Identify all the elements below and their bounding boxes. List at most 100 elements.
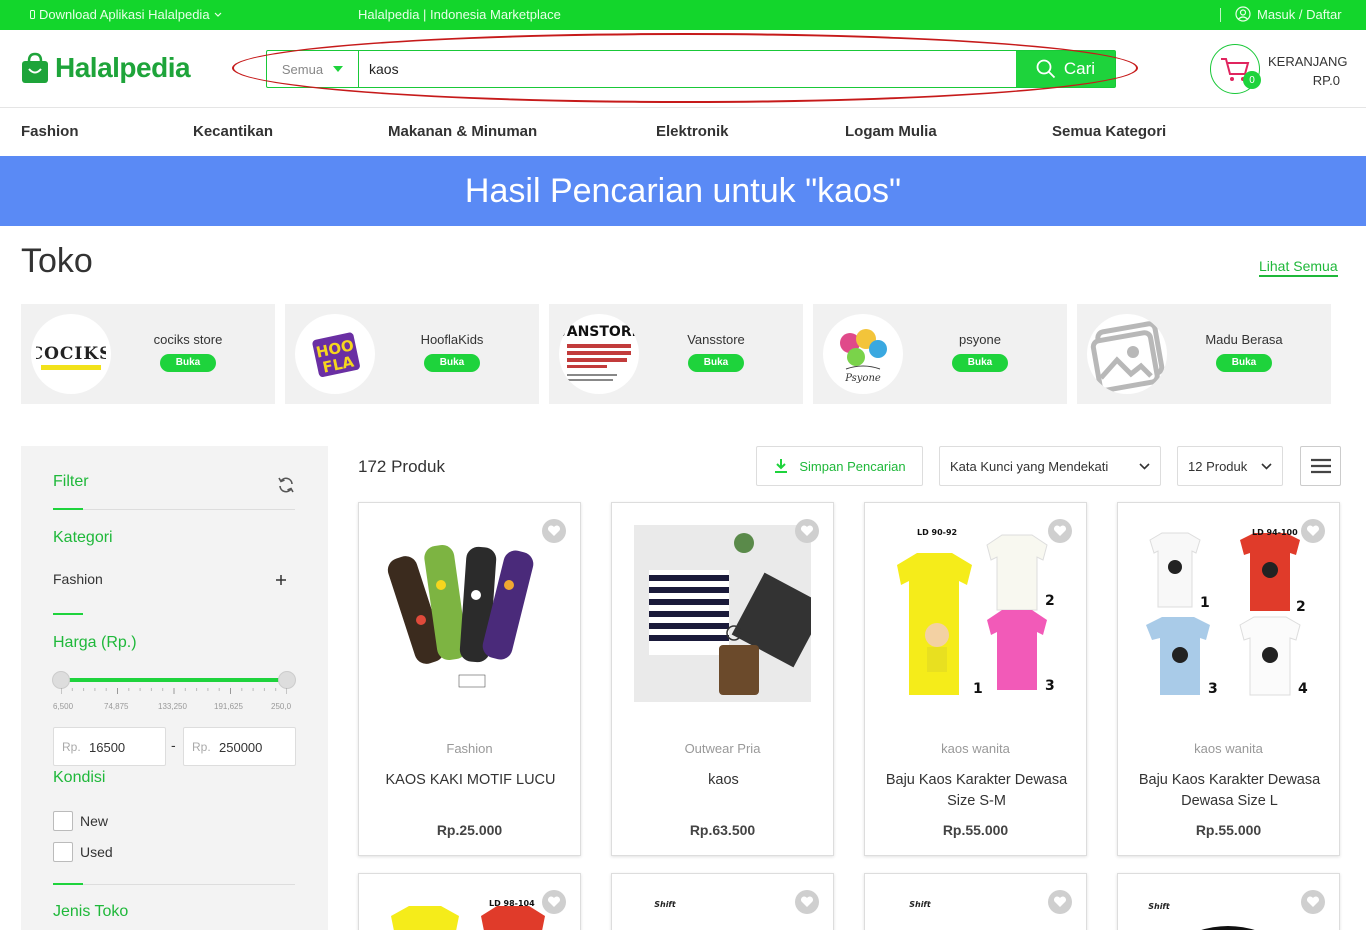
nav-item-semua-kategori[interactable]: Semua Kategori [1052, 123, 1166, 140]
product-card[interactable]: LD 94-100 1 2 3 4 kaos wanita Baju Kaos … [1117, 502, 1340, 856]
store-card[interactable]: Psyone psyone Buka [813, 304, 1067, 404]
max-price-input[interactable]: Rp. 250000 [183, 727, 296, 766]
product-card[interactable]: Shift [864, 873, 1087, 930]
search-result-banner: Hasil Pencarian untuk "kaos" [0, 156, 1366, 226]
product-card[interactable]: Shift [611, 873, 834, 930]
store-card[interactable]: VANSTORE Vansstore Buka [549, 304, 803, 404]
wishlist-button[interactable] [1301, 890, 1325, 914]
product-price: Rp.55.000 [1195, 822, 1262, 838]
nav-item-kecantikan[interactable]: Kecantikan [193, 123, 273, 140]
hamburger-menu-icon [1310, 458, 1331, 474]
product-card[interactable]: LD 98-104 [358, 873, 581, 930]
max-price-value: 250000 [219, 740, 263, 755]
view-toggle-button[interactable] [1300, 446, 1341, 486]
product-category: Fashion [446, 741, 493, 756]
nav-item-makanan-minuman[interactable]: Makanan & Minuman [388, 123, 537, 140]
wishlist-button[interactable] [542, 890, 566, 914]
heart-icon [800, 896, 814, 907]
image-placeholder-icon [1090, 321, 1165, 393]
see-all-stores-link[interactable]: Lihat Semua [1259, 258, 1338, 277]
nav-item-fashion[interactable]: Fashion [21, 123, 79, 140]
product-card[interactable]: Shift [1117, 873, 1340, 930]
svg-text:Shift: Shift [909, 900, 932, 909]
wishlist-button[interactable] [795, 519, 819, 543]
svg-text:Shift: Shift [654, 900, 677, 909]
product-title[interactable]: kaos [626, 770, 821, 791]
per-page-select[interactable]: 12 Produk [1177, 446, 1283, 486]
chevron-down-icon [214, 12, 221, 17]
min-price-input[interactable]: Rp. 16500 [53, 727, 166, 766]
per-page-select-value: 12 Produk [1188, 458, 1248, 474]
store-card[interactable]: Madu Berasa Buka [1077, 304, 1331, 404]
chevron-down-icon [1139, 462, 1150, 470]
wishlist-button[interactable] [1301, 519, 1325, 543]
svg-text:3: 3 [1208, 681, 1218, 697]
wishlist-button[interactable] [1048, 890, 1072, 914]
product-title[interactable]: KAOS KAKI MOTIF LUCU [373, 770, 568, 791]
store-status-badge: Buka [160, 354, 216, 372]
refresh-icon[interactable] [277, 476, 295, 494]
store-card[interactable]: COCIKS cociks store Buka [21, 304, 275, 404]
logo-text: Halalpedia [55, 52, 191, 83]
wishlist-button[interactable] [795, 890, 819, 914]
sort-select-value: Kata Kunci yang Mendekati [950, 458, 1109, 474]
nav-item-elektronik[interactable]: Elektronik [656, 123, 729, 140]
kategori-item-fashion[interactable]: Fashion [53, 571, 103, 587]
search-category-select[interactable]: Semua [267, 51, 359, 87]
brand-logo-icon: Shift [909, 900, 932, 909]
price-range-track[interactable] [61, 678, 287, 682]
product-price: Rp.63.500 [689, 822, 756, 838]
product-image: LD 90-92 1 2 3 [887, 525, 1064, 702]
product-card[interactable]: Outwear Pria kaos Rp.63.500 [611, 502, 834, 856]
kondisi-used-checkbox[interactable] [53, 842, 73, 862]
store-name: Madu Berasa [1205, 332, 1283, 347]
kondisi-used-label: Used [80, 844, 113, 860]
filter-sidebar: Filter Kategori Fashion Harga (Rp.) 6,50… [21, 446, 328, 930]
save-search-label: Simpan Pencarian [799, 458, 906, 474]
download-app-link[interactable]: Download Aplikasi Halalpedia [30, 7, 222, 22]
price-tick-label: 74,875 [104, 702, 129, 711]
store-avatar: Psyone [823, 314, 903, 394]
user-icon [1235, 6, 1251, 22]
product-card[interactable]: LD 90-92 1 2 3 kaos wanita Baju Kaos Kar… [864, 502, 1087, 856]
svg-text:COCIKS: COCIKS [36, 344, 106, 364]
product-title[interactable]: Baju Kaos Karakter Dewasa Size S-M [879, 770, 1074, 812]
cart-summary[interactable]: KERANJANG RP.0 [1268, 52, 1347, 90]
kondisi-new-checkbox[interactable] [53, 811, 73, 831]
price-range-max-handle[interactable] [278, 671, 296, 689]
product-count: 172 Produk [358, 457, 445, 476]
search-icon [1036, 59, 1056, 79]
svg-text:4: 4 [1298, 681, 1308, 697]
heart-icon [547, 525, 561, 536]
wishlist-button[interactable] [1048, 519, 1072, 543]
nav-item-logam-mulia[interactable]: Logam Mulia [845, 123, 937, 140]
wishlist-button[interactable] [542, 519, 566, 543]
caret-down-icon [333, 66, 344, 72]
heart-icon [547, 896, 561, 907]
logo[interactable]: Halalpedia [21, 52, 191, 84]
min-price-value: 16500 [89, 740, 126, 755]
filter-accent [53, 508, 83, 510]
login-link[interactable]: Masuk / Daftar [1235, 6, 1342, 22]
product-title[interactable]: Baju Kaos Karakter Dewasa Dewasa Size L [1132, 770, 1327, 812]
store-avatar: HOO FLA [295, 314, 375, 394]
svg-text:Shift: Shift [1148, 902, 1171, 911]
login-label: Masuk / Daftar [1257, 6, 1342, 22]
product-image: LD 94-100 1 2 3 4 [1140, 525, 1317, 702]
min-price-currency: Rp. [62, 740, 81, 754]
product-card[interactable]: Fashion KAOS KAKI MOTIF LUCU Rp.25.000 [358, 502, 581, 856]
save-search-button[interactable]: Simpan Pencarian [756, 446, 923, 486]
price-range-min-handle[interactable] [52, 671, 70, 689]
plus-icon[interactable] [275, 574, 287, 586]
svg-text:2: 2 [1045, 593, 1055, 609]
store-card[interactable]: HOO FLA HooflaKids Buka [285, 304, 539, 404]
search-input[interactable] [359, 51, 1016, 87]
brand-logo-icon: Shift [654, 900, 677, 909]
cart-button[interactable]: 0 [1210, 44, 1261, 94]
product-category: Outwear Pria [684, 741, 761, 756]
search-button[interactable]: Cari [1016, 51, 1115, 87]
heart-icon [1306, 896, 1320, 907]
kategori-title: Kategori [53, 529, 113, 546]
max-price-currency: Rp. [192, 740, 211, 754]
sort-select[interactable]: Kata Kunci yang Mendekati [939, 446, 1161, 486]
